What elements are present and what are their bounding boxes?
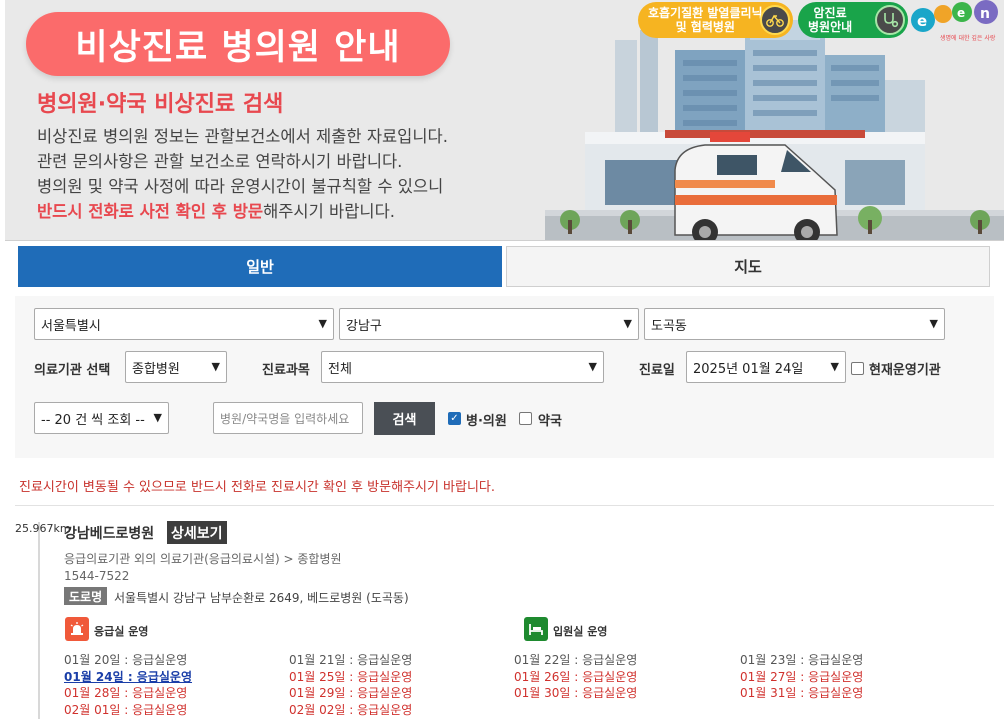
banner-description: 비상진료 병의원 정보는 관할보건소에서 제출한 자료입니다. 관련 문의사항은… xyxy=(37,124,448,224)
chevron-down-icon: ▼ xyxy=(830,360,839,373)
dong-select[interactable]: 도곡동 ▼ xyxy=(644,308,945,340)
chevron-down-icon: ▼ xyxy=(588,360,597,373)
pharmacy-checkbox-label: 약국 xyxy=(538,414,562,429)
pharmacy-checkbox[interactable] xyxy=(519,412,532,425)
schedule-day: 01월 30일 : 응급실운영 xyxy=(514,686,638,700)
respiratory-clinic-badge[interactable]: 호흡기질환 발열클리닉 및 협력병원 xyxy=(638,2,793,38)
desc-line: 관련 문의사항은 관할 보건소로 연락하시기 바랍니다. xyxy=(37,152,403,171)
schedule-day: 01월 26일 : 응급실운영 xyxy=(514,669,638,684)
schedule-day[interactable]: 01월 24일 : 응급실운영 xyxy=(64,668,192,685)
result-timeline-line xyxy=(38,522,40,719)
chevron-down-icon: ▼ xyxy=(318,317,327,330)
badge-line: 병원안내 xyxy=(808,20,853,34)
schedule-day: 01월 21일 : 응급실운영 xyxy=(289,653,413,667)
badge-line: 호흡기질환 발열클리닉 xyxy=(648,6,763,20)
banner-subtitle: 병의원·약국 비상진료 검색 xyxy=(37,92,284,117)
schedule-day: 01월 25일 : 응급실운영 xyxy=(289,669,413,684)
ward-operation-label: 입원실 운영 xyxy=(553,625,608,638)
schedule-day: 02월 01일 : 응급실운영 xyxy=(64,702,188,717)
tab-map[interactable]: 지도 xyxy=(506,246,990,287)
bicycle-icon xyxy=(760,5,790,35)
cancer-hospital-badge[interactable]: 암진료 병원안내 xyxy=(798,2,908,38)
now-open-checkbox[interactable] xyxy=(851,362,864,375)
dong-value: 도곡동 xyxy=(651,318,687,334)
now-open-label: 현재운영기관 xyxy=(869,363,941,378)
hospital-checkbox[interactable]: ✓ xyxy=(448,412,461,425)
hospital-category: 응급의료기관 외의 의료기관(응급의료시설) > 종합병원 xyxy=(64,552,342,566)
hospital-address: 서울특별시 강남구 남부순환로 2649, 베드로병원 (도곡동) xyxy=(114,591,409,605)
chevron-down-icon: ▼ xyxy=(623,317,632,330)
schedule-day: 01월 23일 : 응급실운영 xyxy=(740,653,864,667)
schedule-day: 01월 27일 : 응급실운영 xyxy=(740,669,864,684)
road-address-tag: 도로명 xyxy=(64,587,108,605)
svg-text:생명에 대한 깊은 사랑: 생명에 대한 깊은 사랑 xyxy=(940,34,996,42)
divider xyxy=(15,505,994,506)
page-size-select[interactable]: -- 20 건 씩 조회 -- ▼ xyxy=(34,402,169,434)
dept-select[interactable]: 전체 ▼ xyxy=(321,351,604,383)
siren-icon xyxy=(65,617,89,641)
org-type-label: 의료기관 선택 xyxy=(34,363,111,378)
detail-button[interactable]: 상세보기 xyxy=(167,521,227,544)
date-value: 2025년 01월 24일 xyxy=(693,361,804,377)
sigungu-value: 강남구 xyxy=(346,318,382,334)
keyword-input[interactable]: 병원/약국명을 입력하세요 xyxy=(213,402,363,434)
badge-line: 및 협력병원 xyxy=(675,20,735,34)
schedule-day: 02월 02일 : 응급실운영 xyxy=(289,702,413,717)
chevron-down-icon: ▼ xyxy=(929,317,938,330)
egen-logo[interactable]: e e n 생명에 대한 깊은 사랑 xyxy=(910,0,1004,44)
er-operation-label: 응급실 운영 xyxy=(94,625,149,638)
chevron-down-icon: ▼ xyxy=(211,360,220,373)
bed-icon xyxy=(524,617,548,641)
desc-line: 반드시 전화로 사전 확인 후 방문해주시기 바랍니다. xyxy=(37,199,448,224)
org-type-select[interactable]: 종합병원 ▼ xyxy=(125,351,227,383)
page-size-value: -- 20 건 씩 조회 -- xyxy=(41,412,145,428)
stethoscope-icon xyxy=(875,5,905,35)
schedule-day: 01월 22일 : 응급실운영 xyxy=(514,653,638,667)
dept-value: 전체 xyxy=(328,361,352,377)
svg-text:n: n xyxy=(980,6,990,22)
tab-general[interactable]: 일반 xyxy=(18,246,502,287)
schedule-day: 01월 29일 : 응급실운영 xyxy=(289,686,413,700)
hospital-ambulance-illustration xyxy=(545,20,1004,240)
result-distance: 25.967km xyxy=(15,522,71,535)
desc-line: 비상진료 병의원 정보는 관할보건소에서 제출한 자료입니다. xyxy=(37,127,448,146)
sido-select[interactable]: 서울특별시 ▼ xyxy=(34,308,334,340)
schedule-day: 01월 28일 : 응급실운영 xyxy=(64,686,188,700)
badge-line: 암진료 xyxy=(813,6,847,20)
chevron-down-icon: ▼ xyxy=(153,411,162,424)
notice-text: 진료시간이 변동될 수 있으므로 반드시 전화로 진료시간 확인 후 방문해주시… xyxy=(19,480,496,495)
hero-banner: 비상진료 병의원 안내 병의원·약국 비상진료 검색 비상진료 병의원 정보는 … xyxy=(5,0,1004,241)
schedule-day: 01월 31일 : 응급실운영 xyxy=(740,686,864,700)
schedule-day: 01월 20일 : 응급실운영 xyxy=(64,653,188,667)
sigungu-select[interactable]: 강남구 ▼ xyxy=(339,308,639,340)
hospital-checkbox-label: 병·의원 xyxy=(466,414,507,429)
hospital-name[interactable]: 강남베드로병원 xyxy=(64,523,154,543)
banner-title: 비상진료 병의원 안내 xyxy=(26,12,450,76)
svg-text:e: e xyxy=(917,12,927,30)
hospital-phone: 1544-7522 xyxy=(64,569,130,583)
search-button[interactable]: 검색 xyxy=(374,402,435,435)
desc-rest: 해주시기 바랍니다. xyxy=(263,202,395,221)
org-type-value: 종합병원 xyxy=(132,361,180,377)
desc-line: 병의원 및 약국 사정에 따라 운영시간이 불규칙할 수 있으니 xyxy=(37,177,444,196)
sido-value: 서울특별시 xyxy=(41,318,101,334)
date-select[interactable]: 2025년 01월 24일 ▼ xyxy=(686,351,846,383)
desc-highlight: 반드시 전화로 사전 확인 후 방문 xyxy=(37,202,264,221)
dept-label: 진료과목 xyxy=(262,363,310,378)
date-label: 진료일 xyxy=(639,363,675,378)
svg-text:e: e xyxy=(957,6,965,20)
